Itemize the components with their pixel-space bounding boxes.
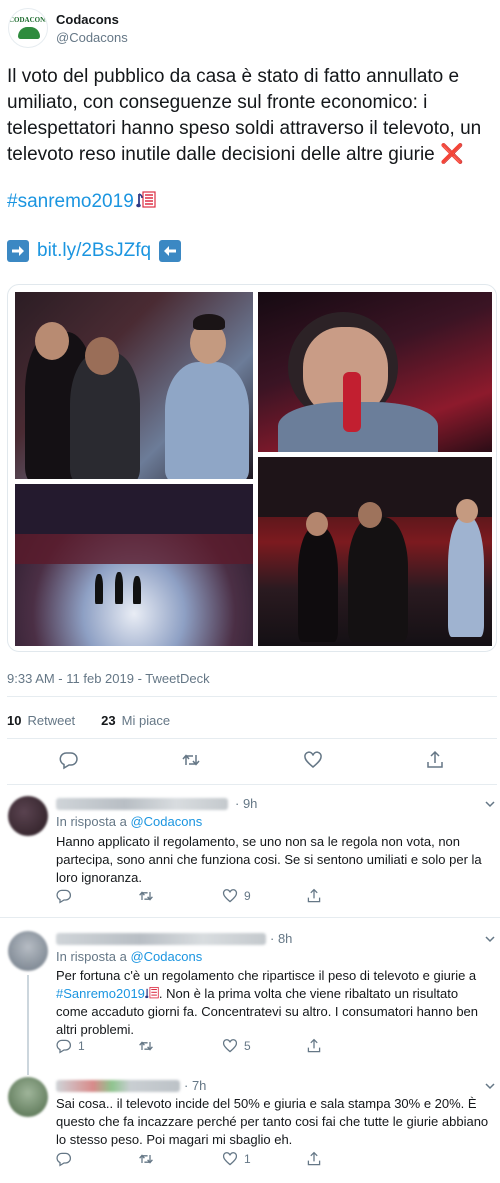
reply-actions: 1 5 [56,1038,336,1056]
hashtag-text[interactable]: #sanremo2019 [7,191,134,212]
photo-2[interactable] [258,292,492,452]
photo-1[interactable] [15,292,253,479]
author-avatar[interactable]: CODACONS [8,8,48,48]
reply-icon [56,1152,71,1167]
share-icon [307,1038,321,1053]
like-count: 23 [101,713,116,728]
share-icon [307,1151,321,1166]
hashtag-link[interactable]: #Sanremo2019 [56,986,145,1001]
avatar[interactable] [8,1077,48,1117]
heart-icon [222,1152,238,1166]
reply-text-part-1: Per fortuna c'è un regolamento che ripar… [56,968,477,983]
avatar[interactable] [8,796,48,836]
reply-count: 1 [78,1039,85,1053]
retweet-icon [139,1041,153,1051]
reply-text: Per fortuna c'è un regolamento che ripar… [56,967,492,1039]
in-reply-prefix: In risposta a [56,814,127,829]
music-note-emoji-icon [145,986,159,999]
retweet-button[interactable] [138,1038,160,1054]
author-name[interactable]: Codacons [56,12,119,27]
retweet-button[interactable] [138,1151,160,1167]
reply-actions: 1 [56,1151,336,1169]
heart-icon [222,889,238,903]
reply-tweet[interactable]: · 7h Sai cosa.. il televoto incide del 5… [0,1075,500,1175]
tweet-stats: 10 Retweet 23 Mi piace [7,713,170,728]
author-handle[interactable]: @Codacons [56,30,128,45]
reply-actions: 9 [56,888,336,906]
blurred-username[interactable] [56,1080,180,1092]
retweet-button[interactable] [138,888,160,904]
cross-mark-icon: ❌ [440,144,464,165]
left-arrow-icon [159,240,182,262]
reply-icon[interactable] [59,750,79,770]
like-count: 1 [244,1152,251,1166]
retweet-icon[interactable] [181,750,201,770]
photo-3[interactable] [15,484,253,646]
reply-button[interactable]: 1 [56,1038,85,1054]
in-reply-prefix: In risposta a [56,949,127,964]
share-button[interactable] [306,1038,322,1054]
photo-4[interactable] [258,457,492,646]
heart-icon [222,1039,238,1053]
heart-icon[interactable] [303,750,323,770]
tweet-timestamp[interactable]: 9:33 AM - 11 feb 2019 - TweetDeck [7,671,210,686]
avatar[interactable] [8,931,48,971]
short-link[interactable]: bit.ly/2BsJZfq [37,240,151,262]
divider [7,738,497,739]
chevron-down-icon[interactable] [484,933,496,945]
blurred-username[interactable] [56,798,228,810]
blurred-username[interactable] [56,933,266,945]
link-row: bit.ly/2BsJZfq [7,240,182,262]
reply-button[interactable] [56,888,78,904]
mention-link[interactable]: @Codacons [130,949,202,964]
codacons-logo-icon [18,27,40,39]
tweet-body: Il voto del pubblico da casa è stato di … [7,66,482,165]
retweet-label: Retweet [27,713,76,728]
retweet-icon [139,891,153,901]
reply-tweet[interactable]: · 9h In risposta a @Codacons Hanno appli… [0,790,500,916]
like-count: 5 [244,1039,251,1053]
divider [7,696,497,697]
thread-line [27,975,29,1075]
retweet-stat[interactable]: 10 Retweet [7,713,75,728]
retweet-count: 10 [7,713,22,728]
music-note-emoji-icon [135,191,156,208]
reply-button[interactable] [56,1151,78,1167]
like-button[interactable]: 5 [222,1038,251,1054]
reply-icon [56,1039,71,1054]
like-label: Mi piace [121,713,171,728]
retweet-icon [139,1154,153,1164]
like-stat[interactable]: 23 Mi piace [101,713,170,728]
tweet-text: Il voto del pubblico da casa è stato di … [7,64,497,168]
codacons-logo-text: CODACONS [9,16,48,24]
like-button[interactable]: 1 [222,1151,251,1167]
in-reply-to: In risposta a @Codacons [56,949,202,964]
share-icon[interactable] [425,750,445,770]
reply-time[interactable]: · 8h [270,931,292,946]
tweet-action-bar [7,750,497,774]
photo-grid [7,284,497,652]
like-button[interactable]: 9 [222,888,251,904]
share-icon [307,888,321,903]
share-button[interactable] [306,1151,322,1167]
chevron-down-icon[interactable] [484,798,496,810]
share-button[interactable] [306,888,322,904]
chevron-down-icon[interactable] [484,1080,496,1092]
reply-text: Hanno applicato il regolamento, se uno n… [56,834,482,885]
reply-time[interactable]: · 9h [235,796,257,811]
reply-tweet[interactable]: · 8h In risposta a @Codacons Per fortuna… [0,925,500,1075]
reply-time[interactable]: · 7h [184,1078,206,1093]
reply-icon [56,889,71,904]
divider [7,784,497,785]
hashtag-link[interactable]: #sanremo2019 [7,190,156,213]
divider [0,917,500,918]
mention-link[interactable]: @Codacons [130,814,202,829]
in-reply-to: In risposta a @Codacons [56,814,202,829]
like-count: 9 [244,889,251,903]
right-arrow-icon [7,240,29,262]
reply-text: Sai cosa.. il televoto incide del 50% e … [56,1096,489,1147]
